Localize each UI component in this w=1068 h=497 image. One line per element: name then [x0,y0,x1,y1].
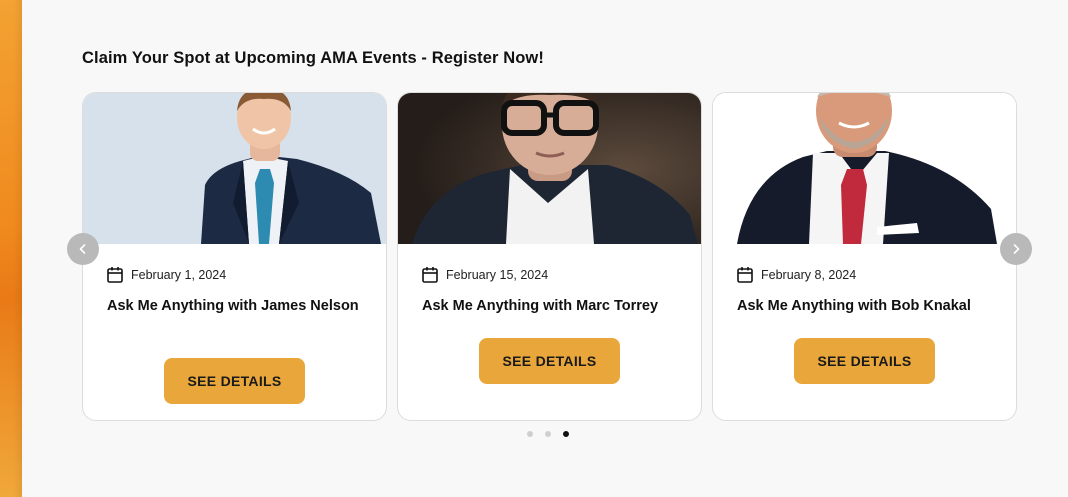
see-details-button[interactable]: SEE DETAILS [479,338,620,384]
event-card: February 15, 2024 Ask Me Anything with M… [397,92,702,421]
chevron-left-icon [79,244,86,254]
pagination-dot[interactable] [527,431,533,437]
event-date: February 8, 2024 [737,266,856,283]
event-card: February 8, 2024 Ask Me Anything with Bo… [712,92,1017,421]
event-title: Ask Me Anything with Marc Torrey [422,298,659,314]
see-details-button[interactable]: SEE DETAILS [794,338,935,384]
event-photo [83,93,386,244]
pagination-dot-active[interactable] [563,431,569,437]
event-date-text: February 15, 2024 [446,267,549,282]
event-date: February 15, 2024 [422,266,548,283]
see-details-button[interactable]: SEE DETAILS [164,358,305,404]
event-date-text: February 1, 2024 [131,267,227,282]
event-card: February 1, 2024 Ask Me Anything with Ja… [82,92,387,421]
carousel-prev-button[interactable] [67,233,99,265]
event-title: Ask Me Anything with James Nelson [107,298,359,314]
calendar-icon [107,267,123,283]
event-photo [398,93,701,244]
carousel-next-button[interactable] [1000,233,1032,265]
pagination-dot[interactable] [545,431,551,437]
event-title: Ask Me Anything with Bob Knakal [737,298,971,314]
carousel-pagination [527,431,569,437]
event-date-text: February 8, 2024 [761,267,857,282]
calendar-icon [737,267,753,283]
calendar-icon [422,267,438,283]
side-decoration-strip [0,0,22,497]
chevron-right-icon [1013,244,1020,254]
event-date: February 1, 2024 [107,266,226,283]
event-photo [713,93,1016,244]
section-heading: Claim Your Spot at Upcoming AMA Events -… [82,49,544,67]
